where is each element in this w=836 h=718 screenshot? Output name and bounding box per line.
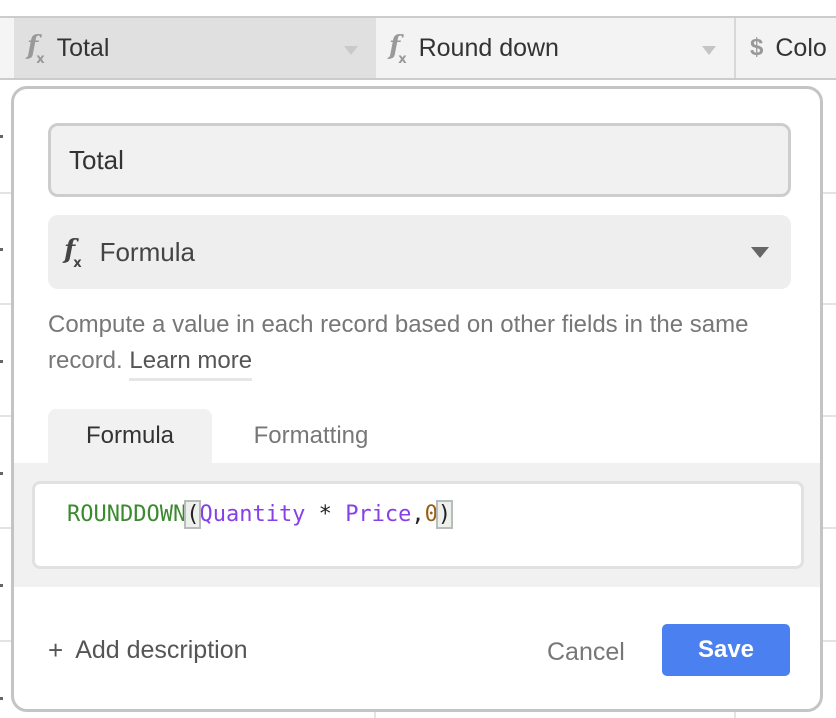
row-marker [0, 584, 3, 587]
formula-field-quantity: Quantity [199, 502, 306, 527]
formula-editor[interactable]: ROUNDDOWN(Quantity * Price,0) [32, 481, 804, 569]
formula-comma: , [411, 502, 425, 527]
row-number-column-header [0, 18, 14, 78]
currency-icon: $ [750, 34, 764, 61]
column-header-total[interactable]: fx Total [14, 18, 376, 78]
column-header-color[interactable]: $ Colo [736, 18, 836, 78]
add-description-label: Add description [75, 636, 248, 664]
field-name-input[interactable] [48, 123, 791, 197]
chevron-down-icon[interactable] [344, 46, 358, 55]
field-config-dialog: fx Formula Compute a value in each recor… [11, 86, 823, 712]
caret-down-icon [751, 247, 769, 258]
cancel-button[interactable]: Cancel [547, 638, 625, 667]
column-header-row: fx Total fx Round down $ Colo [0, 16, 836, 80]
row-marker [0, 248, 3, 251]
formula-operator: * [305, 502, 346, 527]
formula-icon: fx [64, 235, 82, 271]
formula-paren-open: ( [184, 500, 202, 529]
formula-panel: ROUNDDOWN(Quantity * Price,0) [14, 463, 820, 587]
formula-field-price: Price [345, 502, 412, 527]
config-tabs: Formula Formatting [48, 409, 410, 463]
save-button[interactable]: Save [662, 624, 790, 676]
field-type-description: Compute a value in each record based on … [48, 307, 788, 381]
plus-icon: + [48, 635, 64, 665]
row-marker [0, 135, 3, 138]
formula-icon: fx [389, 31, 407, 67]
add-description-button[interactable]: + Add description [48, 635, 248, 666]
formula-number: 0 [424, 502, 438, 527]
row-marker [0, 472, 3, 475]
field-type-label: Formula [99, 236, 195, 267]
field-type-select[interactable]: fx Formula [48, 215, 791, 289]
row-marker [0, 697, 3, 700]
learn-more-link[interactable]: Learn more [129, 347, 253, 381]
formula-function: ROUNDDOWN [67, 502, 187, 527]
chevron-down-icon[interactable] [702, 46, 716, 55]
column-header-label: Colo [775, 33, 827, 62]
tab-formula[interactable]: Formula [48, 409, 212, 463]
formula-icon: fx [27, 31, 45, 67]
column-header-round-down[interactable]: fx Round down [376, 18, 736, 78]
formula-paren-close: ) [435, 500, 454, 529]
row-marker [0, 360, 3, 363]
tab-formatting[interactable]: Formatting [212, 409, 410, 463]
column-header-label: Round down [418, 33, 559, 62]
column-header-label: Total [56, 33, 110, 62]
